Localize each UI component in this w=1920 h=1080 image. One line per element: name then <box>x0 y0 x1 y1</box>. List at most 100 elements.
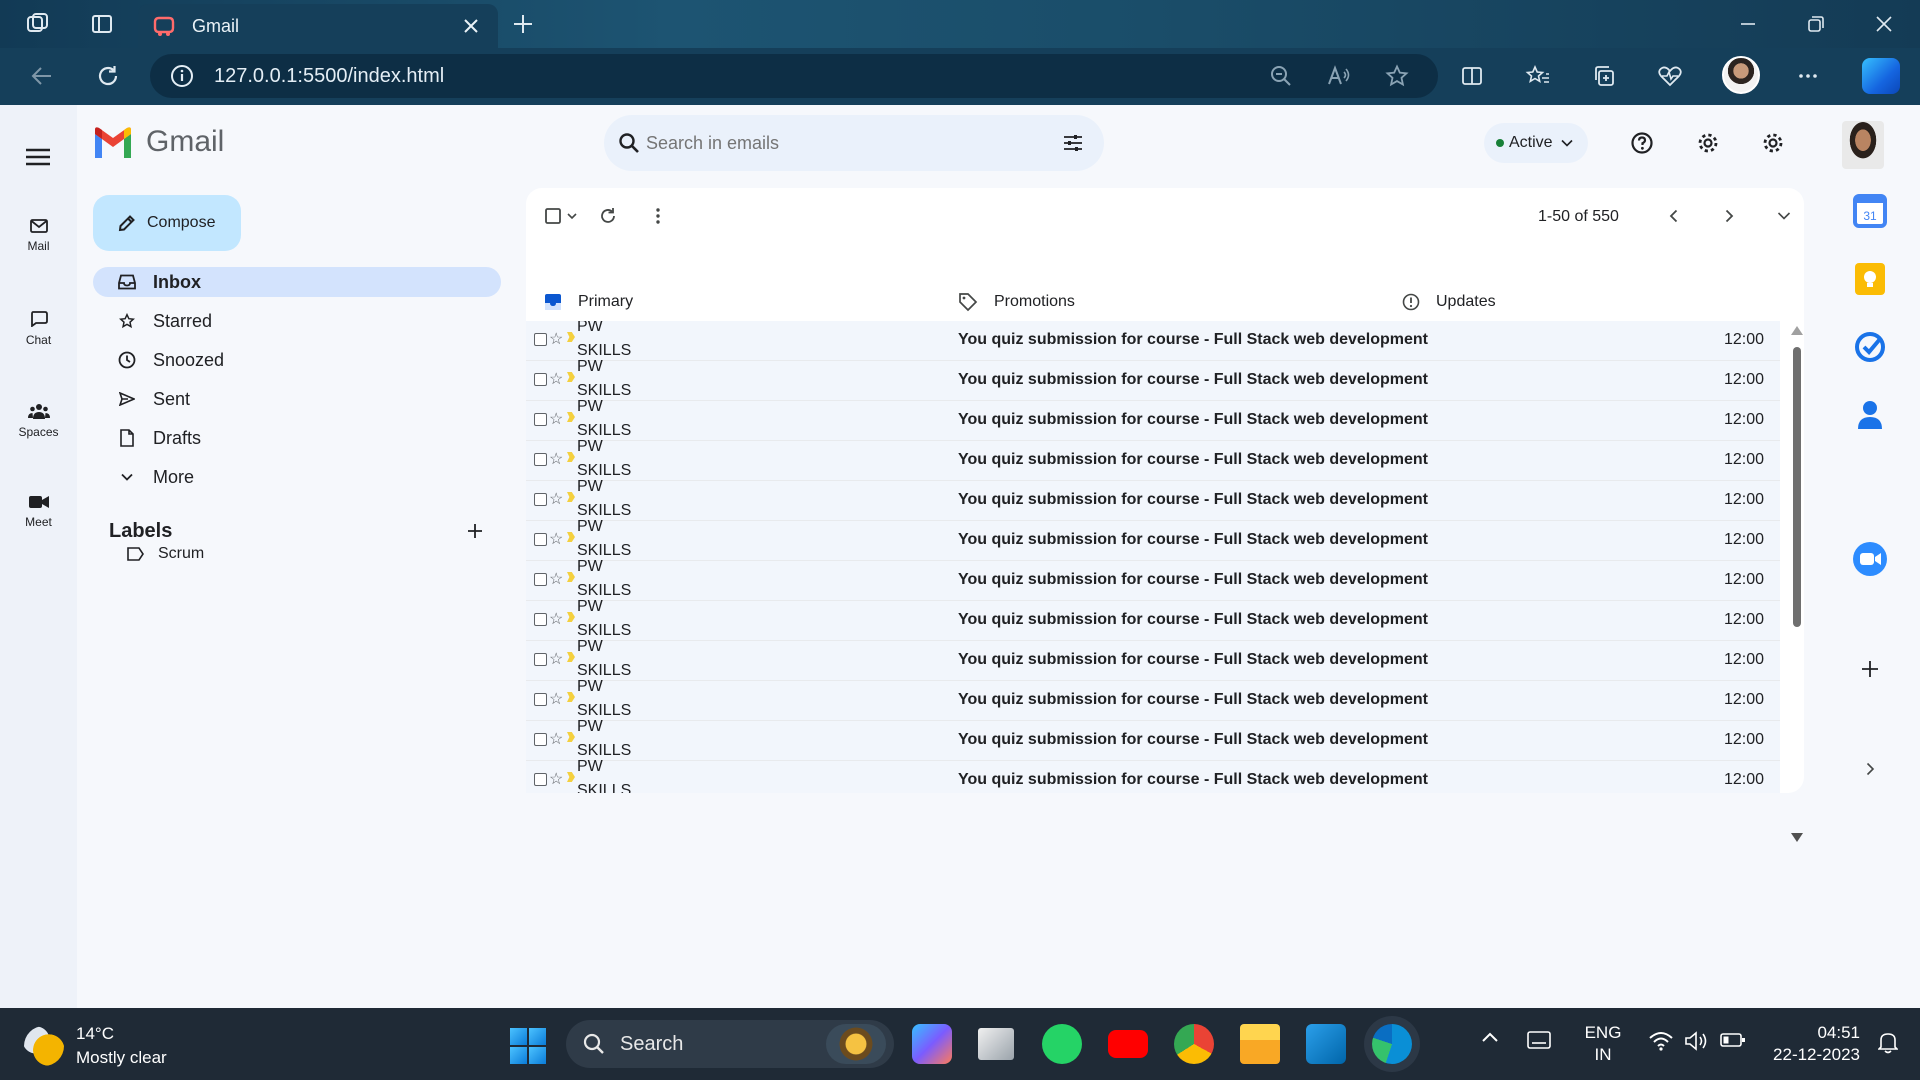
minimize-icon[interactable] <box>1728 4 1768 44</box>
add-addon-icon[interactable] <box>1850 649 1890 689</box>
nav-item-drafts[interactable]: Drafts <box>93 423 501 453</box>
star-icon[interactable]: ☆ <box>549 569 563 589</box>
row-checkbox[interactable] <box>534 373 547 386</box>
tab-actions-icon[interactable] <box>82 4 122 44</box>
profile-avatar[interactable] <box>1722 56 1760 94</box>
file-explorer-app-icon[interactable] <box>1240 1024 1280 1064</box>
tab-updates[interactable]: Updates <box>1402 290 1496 314</box>
rail-item-spaces[interactable]: Spaces <box>0 403 77 439</box>
label-item-scrum[interactable]: Scrum <box>126 545 204 563</box>
row-checkbox[interactable] <box>534 573 547 586</box>
settings-gear-icon[interactable] <box>1690 125 1726 161</box>
tasks-icon[interactable] <box>1850 327 1890 367</box>
notifications-bell-icon[interactable] <box>1878 1030 1898 1054</box>
row-checkbox[interactable] <box>534 693 547 706</box>
nav-item-starred[interactable]: Starred <box>93 306 501 336</box>
table-row[interactable]: ☆ PW SKILLS You quiz submission for course … <box>526 358 1780 401</box>
importance-marker-icon[interactable] <box>567 732 575 742</box>
close-window-icon[interactable] <box>1864 4 1904 44</box>
nav-item-snoozed[interactable]: Snoozed <box>93 345 501 375</box>
new-tab-icon[interactable] <box>503 4 543 44</box>
chrome-app-icon[interactable] <box>1174 1024 1214 1064</box>
copilot-pre-app-icon[interactable] <box>912 1024 952 1064</box>
importance-marker-icon[interactable] <box>567 532 575 542</box>
copilot-icon[interactable] <box>1862 58 1900 94</box>
next-page-icon[interactable] <box>1713 200 1745 232</box>
favorite-star-icon[interactable] <box>1376 55 1418 97</box>
search-icon[interactable] <box>618 132 640 154</box>
table-row[interactable]: ☆ PW SKILLS You quiz submission for course … <box>526 758 1780 793</box>
url-text[interactable]: 127.0.0.1:5500/index.html <box>214 65 1244 88</box>
add-label-icon[interactable] <box>462 518 488 544</box>
nav-item-inbox[interactable]: Inbox <box>93 267 501 297</box>
star-icon[interactable]: ☆ <box>549 769 563 789</box>
refresh-mail-icon[interactable] <box>592 200 624 232</box>
site-info-icon[interactable] <box>170 64 194 88</box>
search-options-icon[interactable] <box>1062 133 1084 153</box>
importance-marker-icon[interactable] <box>567 452 575 462</box>
read-aloud-icon[interactable] <box>1318 55 1360 97</box>
star-icon[interactable]: ☆ <box>549 369 563 389</box>
wifi-icon[interactable] <box>1648 1030 1674 1052</box>
youtube-app-icon[interactable] <box>1108 1030 1148 1058</box>
row-checkbox[interactable] <box>534 533 547 546</box>
expand-panel-chevron-icon[interactable] <box>1850 749 1890 789</box>
keep-icon[interactable] <box>1850 259 1890 299</box>
row-checkbox[interactable] <box>534 413 547 426</box>
table-row[interactable]: ☆ PW SKILLS You quiz submission for course … <box>526 518 1780 561</box>
restore-icon[interactable] <box>1796 4 1836 44</box>
whatsapp-app-icon[interactable] <box>1042 1024 1082 1064</box>
more-actions-icon[interactable] <box>642 200 674 232</box>
table-row[interactable]: ☆ PW SKILLS You quiz submission for course … <box>526 438 1780 481</box>
importance-marker-icon[interactable] <box>567 372 575 382</box>
browser-tab-gmail[interactable]: Gmail <box>138 4 498 48</box>
star-icon[interactable]: ☆ <box>549 529 563 549</box>
table-row[interactable]: ☆ PW SKILLS You quiz submission for course … <box>526 678 1780 721</box>
star-icon[interactable]: ☆ <box>549 489 563 509</box>
zoom-out-icon[interactable] <box>1260 55 1302 97</box>
more-options-icon[interactable] <box>1788 56 1828 96</box>
input-tools-chevron-icon[interactable] <box>1768 200 1800 232</box>
star-icon[interactable]: ☆ <box>549 729 563 749</box>
importance-marker-icon[interactable] <box>567 772 575 782</box>
apps-gear-icon[interactable] <box>1755 125 1791 161</box>
table-row[interactable]: ☆ PW SKILLS You quiz submission for course … <box>526 718 1780 761</box>
row-checkbox[interactable] <box>534 453 547 466</box>
star-icon[interactable]: ☆ <box>549 649 563 669</box>
rail-item-meet[interactable]: Meet <box>0 495 77 529</box>
importance-marker-icon[interactable] <box>567 492 575 502</box>
table-row[interactable]: ☆ PW SKILLS You quiz submission for course … <box>526 321 1780 361</box>
row-checkbox[interactable] <box>534 333 547 346</box>
importance-marker-icon[interactable] <box>567 332 575 342</box>
battery-icon[interactable] <box>1720 1032 1746 1048</box>
row-checkbox[interactable] <box>534 773 547 786</box>
row-checkbox[interactable] <box>534 613 547 626</box>
vscode-app-icon[interactable] <box>1306 1024 1346 1064</box>
table-row[interactable]: ☆ PW SKILLS You quiz submission for course … <box>526 478 1780 521</box>
help-icon[interactable] <box>1624 125 1660 161</box>
compose-button[interactable]: Compose <box>93 195 241 251</box>
edge-app-icon[interactable] <box>1372 1024 1412 1064</box>
workspaces-icon[interactable] <box>18 4 58 44</box>
weather-widget[interactable]: 14°C Mostly clear <box>24 1022 167 1070</box>
language-indicator[interactable]: ENG IN <box>1576 1022 1630 1066</box>
nav-item-more[interactable]: More <box>93 462 501 492</box>
collections-icon[interactable] <box>1584 56 1624 96</box>
rail-item-mail[interactable]: Mail <box>0 219 77 253</box>
zoom-meeting-icon[interactable] <box>1850 539 1890 579</box>
gmail-logo[interactable]: Gmail <box>92 125 224 159</box>
taskbar-search[interactable]: Search <box>566 1020 894 1068</box>
nav-item-sent[interactable]: Sent <box>93 384 501 414</box>
importance-marker-icon[interactable] <box>567 412 575 422</box>
search-bar[interactable] <box>604 115 1104 171</box>
previous-page-icon[interactable] <box>1658 200 1690 232</box>
table-row[interactable]: ☆ PW SKILLS You quiz submission for course … <box>526 598 1780 641</box>
row-checkbox[interactable] <box>534 493 547 506</box>
scrollbar-thumb[interactable] <box>1793 347 1801 627</box>
favorites-icon[interactable] <box>1518 56 1558 96</box>
browser-essentials-icon[interactable] <box>1650 56 1690 96</box>
back-icon[interactable] <box>22 56 62 96</box>
start-button-icon[interactable] <box>510 1028 546 1064</box>
show-hidden-icons-chevron[interactable] <box>1480 1030 1500 1044</box>
row-checkbox[interactable] <box>534 733 547 746</box>
